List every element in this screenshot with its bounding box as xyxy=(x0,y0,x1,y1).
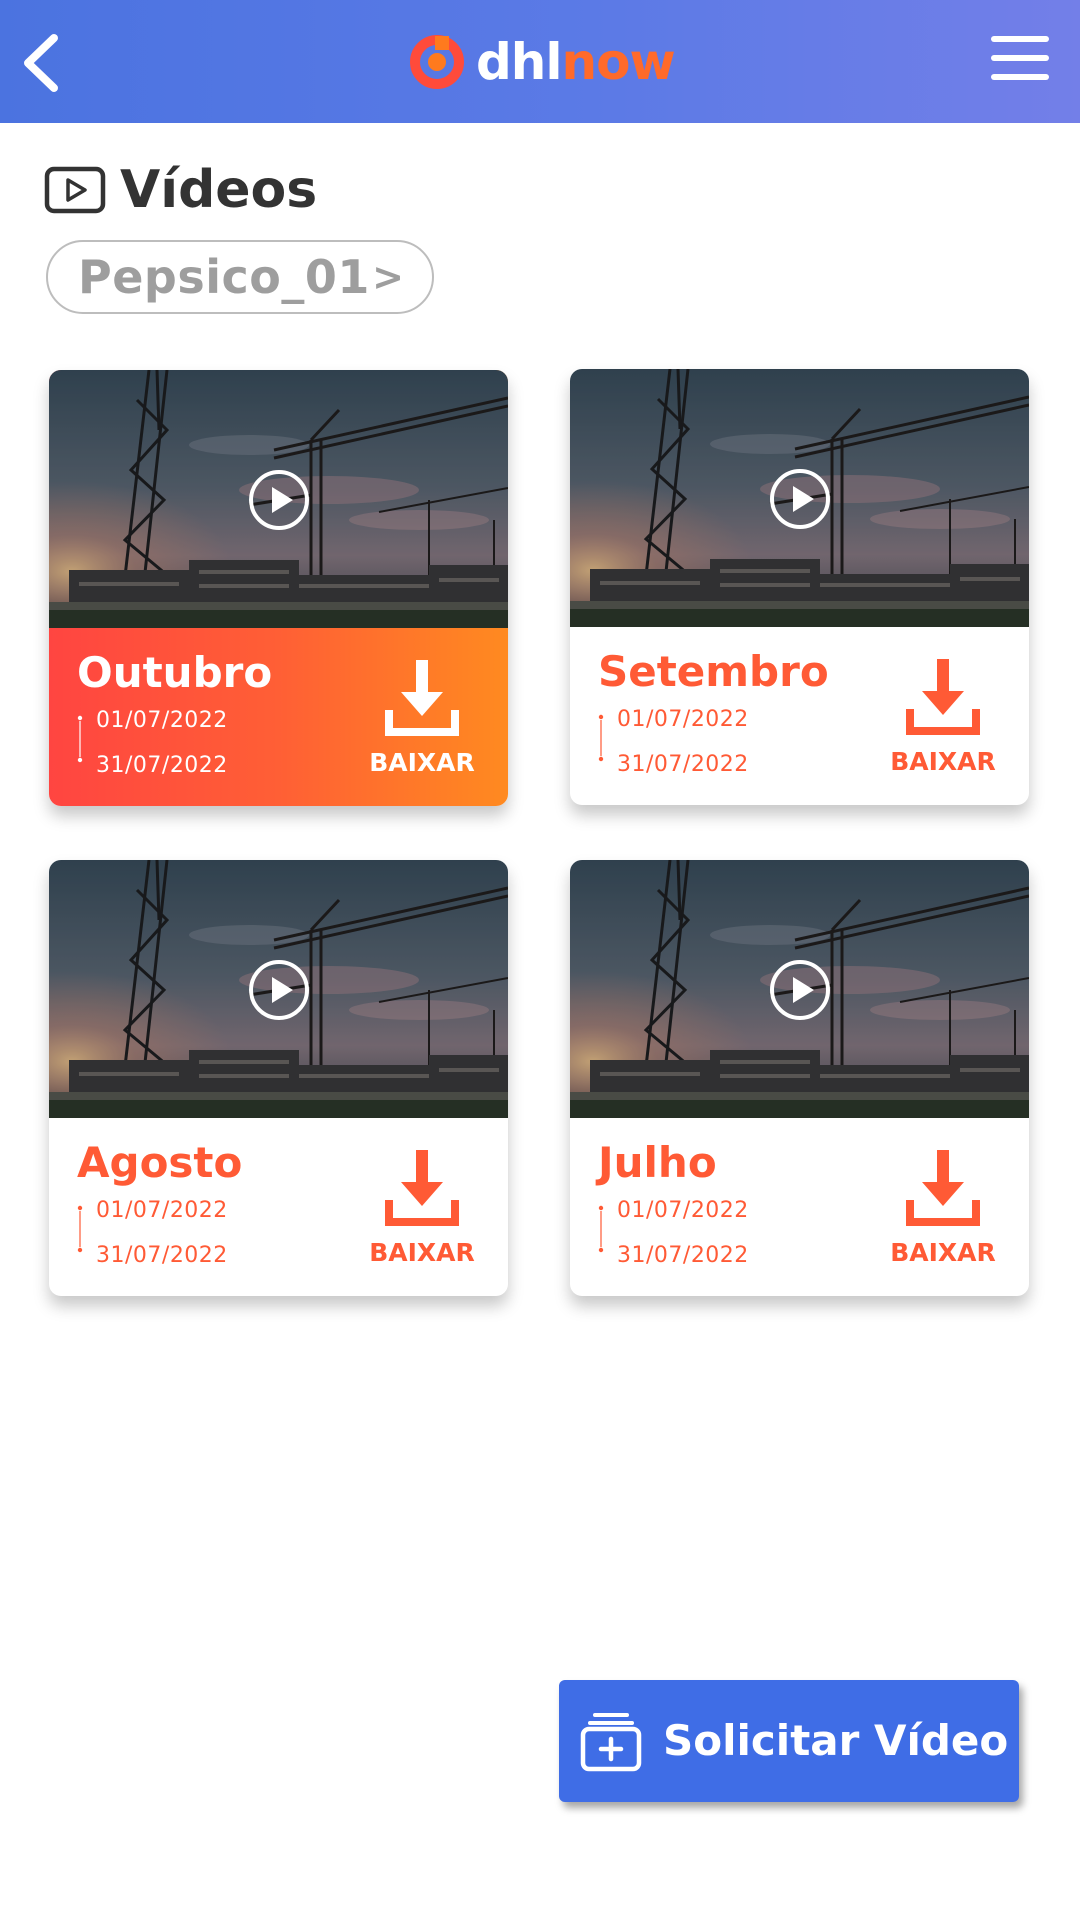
download-icon xyxy=(385,1150,459,1226)
logo-text-now: now xyxy=(561,33,676,91)
video-card-agosto[interactable]: Agosto 01/07/2022 31/07/2022 BAIXAR xyxy=(49,860,508,1296)
add-stack-icon xyxy=(580,1713,642,1772)
video-thumbnail xyxy=(49,370,508,628)
download-label: BAIXAR xyxy=(890,747,996,776)
logo-text: dhlnow xyxy=(476,37,676,87)
video-start-date: 01/07/2022 xyxy=(617,707,749,732)
video-card-setembro[interactable]: Setembro 01/07/2022 31/07/2022 BAIXAR xyxy=(570,369,1029,805)
play-icon[interactable] xyxy=(768,467,832,531)
chevron-left-icon xyxy=(24,34,58,92)
download-icon xyxy=(906,1150,980,1226)
video-month: Julho xyxy=(598,1138,717,1187)
request-video-label: Solicitar Vídeo xyxy=(663,1716,1009,1765)
back-button[interactable] xyxy=(12,28,72,98)
menu-button[interactable] xyxy=(985,30,1055,90)
video-end-date: 31/07/2022 xyxy=(96,1243,228,1268)
date-range-line-icon xyxy=(77,1205,83,1253)
logo-text-dhl: dhl xyxy=(476,33,563,91)
hamburger-menu-icon xyxy=(991,36,1049,80)
video-thumbnail xyxy=(49,860,508,1118)
download-label: BAIXAR xyxy=(369,1238,475,1267)
video-thumbnail xyxy=(570,369,1029,627)
project-selector[interactable]: Pepsico_01 > xyxy=(46,240,434,314)
video-thumbnail xyxy=(570,860,1029,1118)
date-range-line-icon xyxy=(77,715,83,763)
chevron-right-icon: > xyxy=(372,255,404,299)
dhlnow-logo: dhlnow xyxy=(408,30,676,94)
video-card-outubro[interactable]: Outubro 01/07/2022 31/07/2022 BAIXAR xyxy=(49,370,508,806)
download-button[interactable]: BAIXAR xyxy=(367,1148,477,1268)
video-play-icon xyxy=(44,166,106,214)
download-icon xyxy=(385,660,459,736)
video-month: Agosto xyxy=(77,1138,243,1187)
project-name: Pepsico_01 xyxy=(78,250,370,304)
download-button[interactable]: BAIXAR xyxy=(367,658,477,778)
play-icon[interactable] xyxy=(247,958,311,1022)
download-label: BAIXAR xyxy=(369,748,475,777)
date-range-line-icon xyxy=(598,714,604,762)
request-video-button[interactable]: Solicitar Vídeo xyxy=(559,1680,1019,1802)
video-month: Outubro xyxy=(77,648,273,697)
video-card-julho[interactable]: Julho 01/07/2022 31/07/2022 BAIXAR xyxy=(570,860,1029,1296)
play-icon[interactable] xyxy=(247,468,311,532)
video-start-date: 01/07/2022 xyxy=(617,1198,749,1223)
video-end-date: 31/07/2022 xyxy=(617,1243,749,1268)
play-icon[interactable] xyxy=(768,958,832,1022)
download-button[interactable]: BAIXAR xyxy=(888,657,998,777)
video-start-date: 01/07/2022 xyxy=(96,1198,228,1223)
page-title-row: Vídeos xyxy=(44,158,317,222)
app-header: dhlnow xyxy=(0,0,1080,123)
download-icon xyxy=(906,659,980,735)
video-end-date: 31/07/2022 xyxy=(96,753,228,778)
download-button[interactable]: BAIXAR xyxy=(888,1148,998,1268)
date-range-line-icon xyxy=(598,1205,604,1253)
video-start-date: 01/07/2022 xyxy=(96,708,228,733)
page-title: Vídeos xyxy=(120,160,318,220)
logo-mark-icon xyxy=(410,35,464,89)
video-month: Setembro xyxy=(598,647,829,696)
video-end-date: 31/07/2022 xyxy=(617,752,749,777)
download-label: BAIXAR xyxy=(890,1238,996,1267)
